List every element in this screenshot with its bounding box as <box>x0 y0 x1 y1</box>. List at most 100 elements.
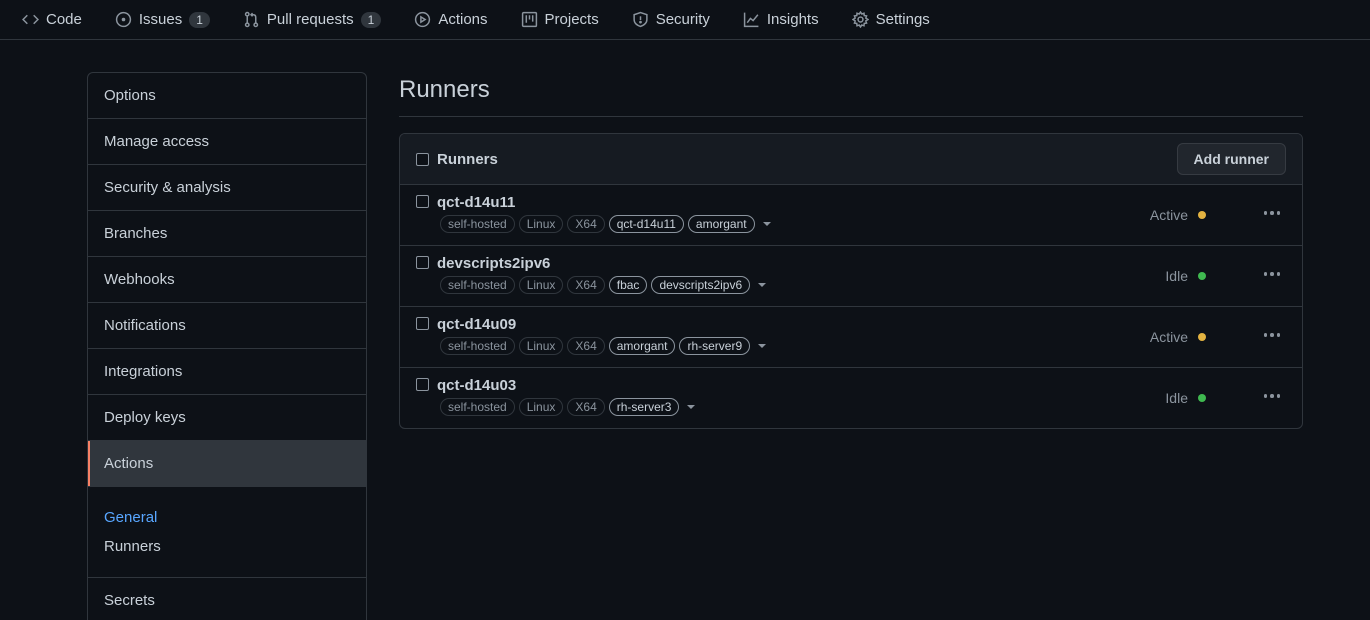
runner-custom-label: amorgant <box>687 215 755 233</box>
tab-label: Pull requests <box>266 11 354 28</box>
sidebar-item-label: Notifications <box>104 317 186 334</box>
runner-status: Active <box>1150 329 1206 345</box>
settings-sidebar: Options Manage access Security & analysi… <box>87 72 367 620</box>
sidebar-item-secrets[interactable]: Secrets <box>88 578 366 620</box>
runner-labels: self-hosted Linux X64 qct-d14u11 amorgan… <box>440 215 771 233</box>
runner-status: Idle <box>1165 268 1206 284</box>
sidebar-subitem-general[interactable]: General <box>104 509 350 526</box>
status-idle-dot-icon <box>1198 272 1206 280</box>
tab-actions[interactable]: Actions <box>414 5 488 35</box>
sidebar-item-label: Actions <box>104 455 154 472</box>
runner-more-options-button[interactable] <box>1262 264 1282 284</box>
tab-pull-requests[interactable]: Pull requests 1 <box>243 5 382 35</box>
code-icon <box>22 14 39 25</box>
runner-status: Active <box>1150 207 1206 223</box>
tab-label: Code <box>46 11 82 28</box>
runner-label: self-hosted <box>440 398 515 416</box>
tab-label: Issues <box>138 11 183 28</box>
labels-dropdown-caret-icon[interactable] <box>762 222 771 226</box>
runner-label: X64 <box>567 276 605 294</box>
labels-dropdown-caret-icon[interactable] <box>687 405 696 409</box>
runner-more-options-button[interactable] <box>1262 203 1282 223</box>
runner-name[interactable]: qct-d14u11 <box>437 194 515 211</box>
runner-checkbox[interactable] <box>416 256 429 269</box>
runner-labels: self-hosted Linux X64 rh-server3 <box>440 398 696 416</box>
sidebar-item-label: Options <box>104 87 156 104</box>
tab-label: Projects <box>544 11 599 28</box>
tab-issues[interactable]: Issues 1 <box>115 5 210 35</box>
runner-custom-label: amorgant <box>608 337 676 355</box>
sidebar-item-actions[interactable]: Actions <box>88 441 366 487</box>
tab-label: Insights <box>766 11 819 28</box>
sidebar-item-security-analysis[interactable]: Security & analysis <box>88 165 366 211</box>
runners-list: Runners Add runner qct-d14u11 self-hoste… <box>399 133 1303 429</box>
status-active-dot-icon <box>1198 333 1206 341</box>
runner-name[interactable]: qct-d14u03 <box>437 377 516 394</box>
sidebar-item-integrations[interactable]: Integrations <box>88 349 366 395</box>
page-title: Runners <box>399 76 490 103</box>
runner-custom-label: fbac <box>608 276 648 294</box>
add-runner-button[interactable]: Add runner <box>1176 143 1286 175</box>
pull-request-icon <box>244 11 259 28</box>
runner-name[interactable]: qct-d14u09 <box>437 316 516 333</box>
tab-projects[interactable]: Projects <box>521 5 599 35</box>
project-icon <box>521 11 537 28</box>
sidebar-item-label: Secrets <box>104 592 155 609</box>
runner-label: X64 <box>567 337 605 355</box>
play-icon <box>415 11 431 28</box>
sidebar-subnav: General Runners <box>88 487 366 578</box>
runner-row: qct-d14u11 self-hosted Linux X64 qct-d14… <box>400 185 1302 246</box>
sidebar-item-deploy-keys[interactable]: Deploy keys <box>88 395 366 441</box>
tab-settings[interactable]: Settings <box>851 5 930 35</box>
runner-custom-label: rh-server3 <box>608 398 680 416</box>
runner-label: self-hosted <box>440 337 515 355</box>
tab-insights[interactable]: Insights <box>743 5 819 35</box>
status-active-dot-icon <box>1198 211 1206 219</box>
sidebar-item-label: Security & analysis <box>104 179 231 196</box>
pull-requests-counter: 1 <box>360 11 382 28</box>
runner-row: qct-d14u03 self-hosted Linux X64 rh-serv… <box>400 368 1302 428</box>
labels-dropdown-caret-icon[interactable] <box>758 344 767 348</box>
runner-status-text: Active <box>1149 329 1188 345</box>
runner-status: Idle <box>1165 390 1206 406</box>
sidebar-item-webhooks[interactable]: Webhooks <box>88 257 366 303</box>
runner-label: Linux <box>518 398 564 416</box>
title-divider <box>399 116 1303 117</box>
sidebar-item-manage-access[interactable]: Manage access <box>88 119 366 165</box>
runner-status-text: Active <box>1149 207 1188 223</box>
runner-row: qct-d14u09 self-hosted Linux X64 amorgan… <box>400 307 1302 368</box>
sidebar-item-label: Branches <box>104 225 168 242</box>
runner-custom-label: devscripts2ipv6 <box>651 276 751 294</box>
runner-label: Linux <box>518 337 564 355</box>
tab-code[interactable]: Code <box>22 5 82 35</box>
runner-checkbox[interactable] <box>416 195 429 208</box>
sidebar-item-label: Integrations <box>104 363 183 380</box>
sidebar-item-branches[interactable]: Branches <box>88 211 366 257</box>
tab-security[interactable]: Security <box>632 5 710 35</box>
runner-label: Linux <box>518 215 564 233</box>
sidebar-item-options[interactable]: Options <box>88 73 366 119</box>
tab-label: Settings <box>875 11 930 28</box>
select-all-checkbox[interactable] <box>416 152 429 166</box>
sidebar-subitem-runners[interactable]: Runners <box>104 538 350 555</box>
status-idle-dot-icon <box>1198 394 1206 402</box>
labels-dropdown-caret-icon[interactable] <box>758 283 767 287</box>
runner-custom-label: qct-d14u11 <box>608 215 684 233</box>
runner-checkbox[interactable] <box>416 378 429 391</box>
runner-checkbox[interactable] <box>416 317 429 330</box>
sidebar-item-notifications[interactable]: Notifications <box>88 303 366 349</box>
runner-label: Linux <box>518 276 564 294</box>
runner-labels: self-hosted Linux X64 amorgant rh-server… <box>440 337 767 355</box>
runner-status-text: Idle <box>1165 268 1188 284</box>
runner-label: self-hosted <box>440 215 515 233</box>
runner-name[interactable]: devscripts2ipv6 <box>437 255 550 272</box>
runner-more-options-button[interactable] <box>1262 386 1282 406</box>
sidebar-item-label: Deploy keys <box>104 409 186 426</box>
runner-label: X64 <box>567 398 605 416</box>
runner-more-options-button[interactable] <box>1262 325 1282 345</box>
tab-label: Actions <box>438 11 488 28</box>
graph-icon <box>743 12 759 28</box>
runner-status-text: Idle <box>1165 390 1188 406</box>
runner-labels: self-hosted Linux X64 fbac devscripts2ip… <box>440 276 767 294</box>
sidebar-item-label: Manage access <box>104 133 210 150</box>
